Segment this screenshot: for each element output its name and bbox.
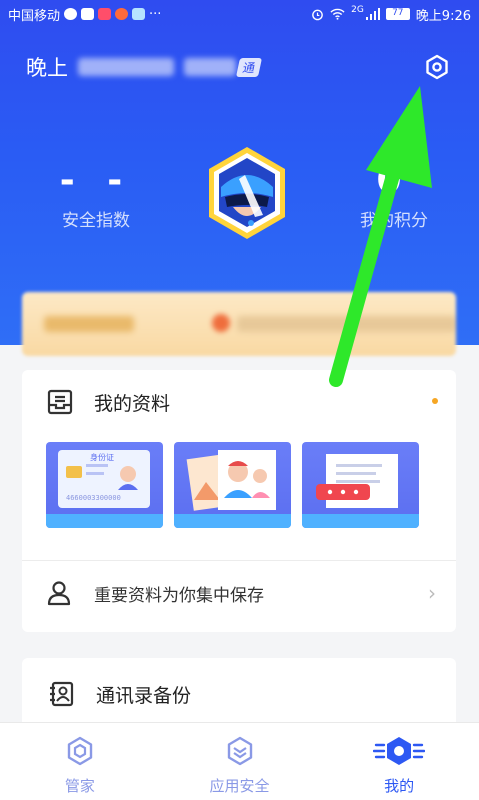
contacts-backup-title: 通讯录备份 bbox=[96, 684, 192, 707]
id-card-thumbnail[interactable]: 身份证 4660003300000 bbox=[46, 442, 163, 528]
app-security-icon bbox=[227, 736, 252, 766]
promo-desc-blurred bbox=[237, 316, 456, 332]
alarm-icon bbox=[312, 9, 323, 20]
redacted-username bbox=[78, 58, 174, 76]
promo-text-blurred bbox=[44, 316, 134, 332]
important-docs-text: 重要资料为你集中保存 bbox=[94, 585, 264, 606]
profile-card-title: 我的资料 bbox=[94, 392, 171, 415]
my-points[interactable]: 0 我的积分 bbox=[324, 160, 464, 231]
more-notifications: ··· bbox=[149, 6, 162, 22]
tab-label: 管家 bbox=[64, 777, 95, 795]
tab-guardian[interactable]: 管家 bbox=[0, 723, 160, 800]
carrier-label: 中国移动 bbox=[8, 8, 61, 24]
tray bbox=[302, 514, 419, 528]
profile-card: 我的资料 身份证 4660003300000 重要资料为你集中保存 › bbox=[22, 370, 456, 632]
tab-me[interactable]: 我的 bbox=[319, 723, 479, 800]
profile-card-header[interactable]: 我的资料 bbox=[46, 388, 170, 416]
shield-notification-icon bbox=[132, 8, 146, 20]
tab-label: 我的 bbox=[384, 777, 415, 795]
inbox-icon bbox=[47, 389, 73, 415]
important-docs-row[interactable]: 重要资料为你集中保存 › bbox=[46, 580, 436, 606]
tab-app-security[interactable]: 应用安全 bbox=[160, 723, 320, 800]
id-card-number: 4660003300000 bbox=[66, 494, 121, 502]
contacts-backup-header: 通讯录备份 bbox=[48, 680, 191, 708]
message-icon bbox=[64, 8, 78, 20]
divider bbox=[22, 560, 456, 561]
hexagon-icon bbox=[67, 736, 93, 766]
greeting: 晚上 通 bbox=[26, 52, 263, 82]
security-index[interactable]: - - 安全指数 bbox=[26, 160, 166, 231]
contact-book-icon bbox=[50, 681, 74, 707]
id-card-title: 身份证 bbox=[90, 453, 114, 462]
person-icon bbox=[47, 581, 71, 606]
chevron-right-icon: › bbox=[428, 581, 436, 605]
me-icon bbox=[373, 737, 426, 765]
redacted-info bbox=[184, 58, 236, 76]
promo-icon bbox=[212, 314, 230, 332]
shopping-app-icon bbox=[115, 8, 129, 20]
member-badge[interactable]: 通 bbox=[235, 57, 263, 77]
video-app-icon bbox=[98, 8, 112, 20]
new-indicator-dot bbox=[432, 398, 438, 404]
security-index-label: 安全指数 bbox=[62, 211, 130, 231]
battery-icon: 77 bbox=[385, 8, 410, 20]
tab-label: 应用安全 bbox=[209, 777, 270, 795]
bottom-tab-bar: 管家 应用安全 我的 bbox=[0, 722, 479, 800]
clock: 晚上9:26 bbox=[415, 8, 471, 24]
my-points-label: 我的积分 bbox=[360, 211, 428, 231]
security-index-value: - - bbox=[59, 160, 133, 201]
app-notification-icon bbox=[81, 8, 95, 20]
photos-thumbnail[interactable] bbox=[174, 442, 291, 528]
promo-banner[interactable] bbox=[22, 292, 456, 356]
greeting-text: 晚上 bbox=[26, 56, 68, 80]
tray bbox=[46, 514, 163, 528]
messages-thumbnail[interactable] bbox=[302, 442, 419, 528]
wifi-icon bbox=[330, 8, 345, 20]
profile-thumbnails: 身份证 4660003300000 bbox=[46, 442, 419, 528]
status-bar: 中国移动 ··· 2G 77 晚上9:26 bbox=[0, 0, 479, 28]
my-points-value: 0 bbox=[376, 160, 412, 201]
avatar[interactable] bbox=[205, 145, 289, 241]
settings-icon[interactable] bbox=[424, 54, 450, 80]
tray bbox=[174, 514, 291, 528]
signal-icon bbox=[365, 8, 380, 20]
network-type: 2G bbox=[351, 4, 364, 15]
